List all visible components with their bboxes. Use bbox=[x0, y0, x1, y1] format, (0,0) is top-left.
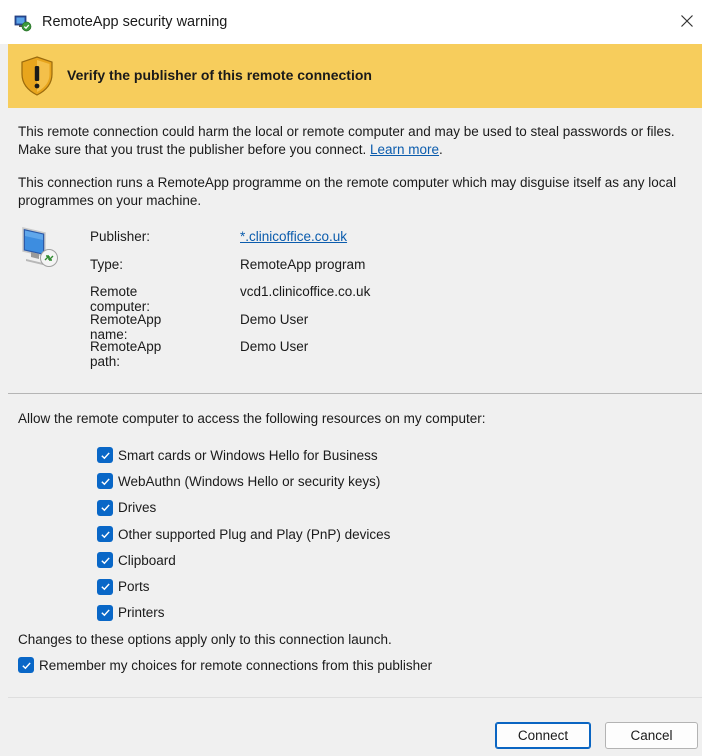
resource-label: WebAuthn (Windows Hello or security keys… bbox=[118, 473, 381, 489]
publisher-label: Publisher: bbox=[90, 229, 151, 244]
resource-label: Drives bbox=[118, 500, 157, 516]
warning-shield-icon bbox=[20, 56, 54, 96]
title-bar: RemoteApp security warning bbox=[0, 0, 702, 44]
checkbox-checked-icon[interactable] bbox=[97, 578, 113, 595]
dialog-footer: Connect Cancel bbox=[8, 697, 702, 756]
resource-checkbox-list: Smart cards or Windows Hello for Busines… bbox=[97, 442, 390, 626]
resource-checkbox-pnp-devices[interactable]: Other supported Plug and Play (PnP) devi… bbox=[97, 521, 390, 547]
checkbox-checked-icon[interactable] bbox=[97, 604, 113, 621]
remoteapp-name-label: RemoteApp name: bbox=[90, 311, 162, 342]
checkbox-checked-icon[interactable] bbox=[97, 447, 113, 464]
remember-choices-label: Remember my choices for remote connectio… bbox=[39, 657, 433, 673]
resources-intro: Allow the remote computer to access the … bbox=[18, 411, 486, 426]
resource-checkbox-clipboard[interactable]: Clipboard bbox=[97, 547, 390, 573]
resource-checkbox-ports[interactable]: Ports bbox=[97, 573, 390, 599]
changes-note: Changes to these options apply only to t… bbox=[18, 632, 392, 647]
resource-checkbox-printers[interactable]: Printers bbox=[97, 600, 390, 626]
resource-label: Clipboard bbox=[118, 552, 176, 568]
publisher-link[interactable]: *.clinicoffice.co.uk bbox=[240, 229, 347, 244]
banner-heading: Verify the publisher of this remote conn… bbox=[67, 67, 372, 83]
warning-period: . bbox=[439, 142, 443, 157]
checkbox-checked-icon[interactable] bbox=[97, 526, 113, 543]
resource-label: Smart cards or Windows Hello for Busines… bbox=[118, 447, 378, 463]
checkbox-checked-icon[interactable] bbox=[18, 657, 34, 673]
remoteapp-disguise-paragraph: This connection runs a RemoteApp program… bbox=[18, 175, 677, 208]
resource-label: Other supported Plug and Play (PnP) devi… bbox=[118, 526, 391, 542]
checkbox-checked-icon[interactable] bbox=[97, 473, 113, 490]
remoteapp-path-value: Demo User bbox=[240, 339, 309, 354]
resource-label: Printers bbox=[118, 605, 165, 621]
warning-text: This remote connection could harm the lo… bbox=[18, 124, 675, 157]
checkbox-checked-icon[interactable] bbox=[97, 552, 113, 569]
remote-computer-label: Remote computer: bbox=[90, 284, 151, 314]
remote-computer-value: vcd1.clinicoffice.co.uk bbox=[240, 284, 371, 299]
type-label: Type: bbox=[90, 256, 124, 272]
remote-computer-icon bbox=[21, 224, 63, 270]
resource-label: Ports bbox=[118, 579, 150, 595]
resource-checkbox-drives[interactable]: Drives bbox=[97, 495, 390, 521]
resource-checkbox-webauthn[interactable]: WebAuthn (Windows Hello or security keys… bbox=[97, 468, 390, 494]
remoteapp-path-label: RemoteApp path: bbox=[90, 339, 162, 369]
window-title: RemoteApp security warning bbox=[42, 14, 228, 30]
section-divider bbox=[8, 393, 702, 394]
connect-button[interactable]: Connect bbox=[495, 722, 591, 749]
checkbox-checked-icon[interactable] bbox=[97, 499, 113, 516]
close-icon bbox=[681, 15, 693, 27]
cancel-button[interactable]: Cancel bbox=[605, 722, 698, 749]
close-button[interactable] bbox=[672, 6, 702, 36]
resource-checkbox-smart-cards[interactable]: Smart cards or Windows Hello for Busines… bbox=[97, 442, 390, 468]
remoteapp-name-value: Demo User bbox=[240, 311, 309, 327]
type-value: RemoteApp program bbox=[240, 256, 366, 272]
security-warning-dialog: RemoteApp security warning Verify the pu… bbox=[0, 0, 702, 756]
warning-paragraph: This remote connection could harm the lo… bbox=[18, 123, 688, 159]
remote-desktop-app-icon bbox=[14, 14, 32, 32]
learn-more-link[interactable]: Learn more bbox=[370, 142, 439, 157]
remember-choices-checkbox[interactable]: Remember my choices for remote connectio… bbox=[18, 657, 432, 673]
warning-banner: Verify the publisher of this remote conn… bbox=[8, 44, 702, 108]
